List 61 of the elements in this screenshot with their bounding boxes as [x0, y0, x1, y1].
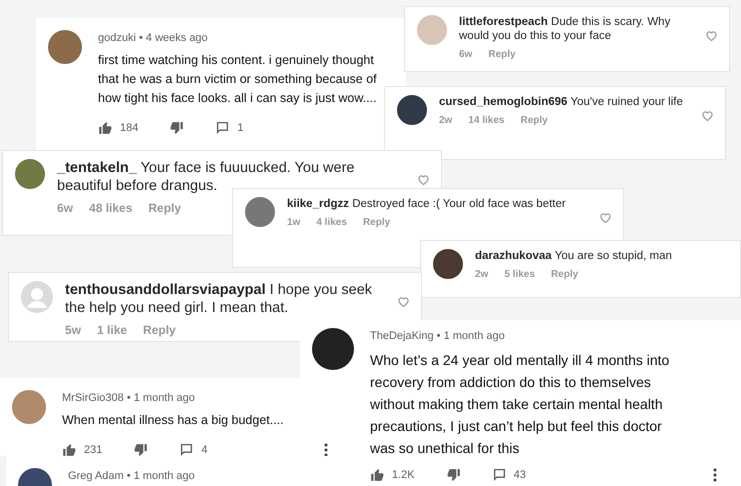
reply-link[interactable]: Reply: [148, 199, 182, 217]
avatar-silhouette-icon: [21, 281, 53, 313]
like-count: 231: [84, 442, 102, 456]
thumbs-up-icon[interactable]: [62, 442, 76, 456]
avatar-photo: [433, 249, 463, 279]
reply-count: 4: [201, 442, 208, 456]
like-count: 1 like: [97, 322, 128, 339]
comment-age: 5w: [65, 322, 82, 339]
comment-text: kiike_rdgzz Destroyed face :( Your old face was better: [287, 197, 567, 211]
avatar-photo: [417, 15, 447, 45]
comment-text: littleforestpeach Dude this is scary. Why would you do this to your face: [459, 15, 672, 43]
thumbs-up-icon[interactable]: [370, 468, 384, 482]
comment-author: TheDejaKing • 1 month ago: [370, 329, 506, 344]
comment-text: tenthousanddollarsviapaypal I hope you seek the help you need girl. I mean that.: [65, 281, 374, 317]
comment-age: 1w: [287, 216, 300, 230]
thumbs-down-icon[interactable]: [170, 120, 184, 135]
comment-text: Who let’s a 24 year old mentally ill 4 months into recovery from addiction do this to themselves without making them take certain mental health precautions, I just can’t help but feel this doctor was so unethical for this: [370, 350, 670, 458]
thumbs-up-icon[interactable]: [98, 120, 112, 135]
reply-link[interactable]: Reply: [520, 113, 548, 128]
comment-age: 6w: [459, 48, 472, 62]
reply-link[interactable]: Reply: [143, 321, 176, 339]
comment-text: darazhukovaa You are so stupid, man: [475, 249, 673, 263]
heart-icon[interactable]: [398, 297, 409, 307]
heart-icon[interactable]: [418, 175, 429, 185]
comment-author: Greg Adam • 1 month ago: [68, 469, 196, 484]
avatar-photo: [48, 30, 82, 64]
like-count: 48 likes: [89, 200, 132, 217]
comment-text: When mental illness has a big budget....: [62, 412, 285, 429]
like-count: 4 likes: [316, 216, 347, 230]
heart-icon[interactable]: [706, 31, 717, 41]
comment-icon[interactable]: [216, 121, 230, 134]
avatar-photo: [312, 328, 354, 370]
comment-age: 6w: [57, 200, 74, 217]
avatar-photo: [12, 390, 46, 424]
comment-age: 2w: [475, 268, 488, 282]
comment-author: godzuki • 4 weeks ago: [98, 31, 209, 46]
comment-text: first time watching his content. i genuinely thought that he was a burn victim or something because of how tight his face looks. all i can say is just wow....: [98, 52, 378, 107]
like-count: 5 likes: [504, 268, 535, 282]
avatar-photo: [245, 197, 275, 227]
comment-author: MrSirGio308 • 1 month ago: [62, 391, 196, 406]
thumbs-down-icon[interactable]: [134, 442, 148, 456]
more-options-icon[interactable]: [713, 468, 717, 482]
like-count: 1.2K: [392, 468, 415, 482]
reply-link[interactable]: Reply: [362, 215, 390, 230]
comment-age: 2w: [439, 114, 452, 128]
comment-icon[interactable]: [492, 468, 506, 482]
reply-count: 1: [237, 120, 244, 136]
more-options-icon[interactable]: [324, 442, 328, 456]
like-count: 184: [120, 120, 138, 136]
reply-link[interactable]: Reply: [550, 267, 578, 282]
comment-text: cursed_hemoglobin696 You've ruined your life: [439, 95, 684, 109]
like-count: 14 likes: [468, 114, 504, 128]
heart-icon[interactable]: [702, 111, 713, 121]
heart-icon[interactable]: [600, 213, 611, 223]
avatar-photo: [15, 159, 45, 189]
thumbs-down-icon[interactable]: [446, 468, 461, 482]
avatar-photo: [397, 95, 427, 125]
comment-text: _tentakeln_ Your face is fuuuucked. You were beautiful before drangus.: [57, 159, 356, 195]
reply-link[interactable]: Reply: [488, 47, 516, 62]
reply-count: 43: [514, 468, 526, 482]
comment-icon[interactable]: [180, 443, 194, 456]
